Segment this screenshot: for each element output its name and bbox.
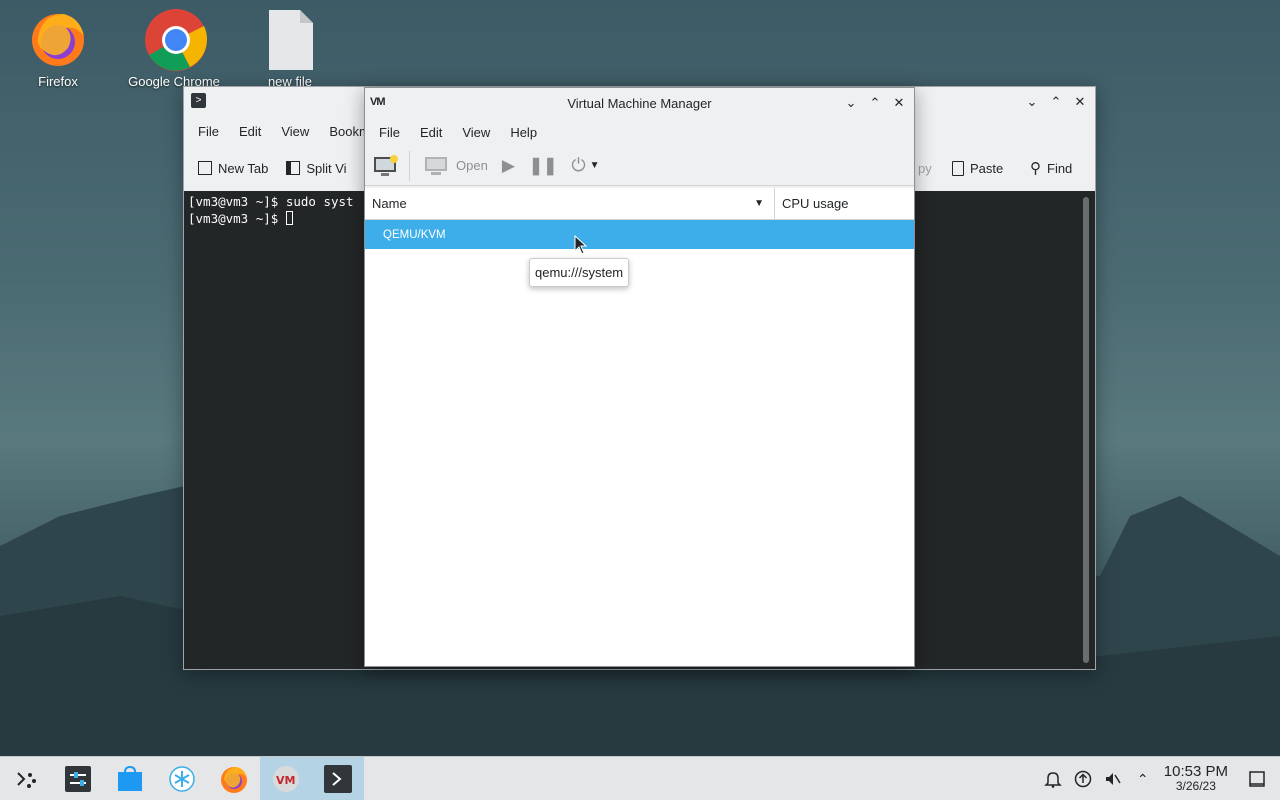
split-view-icon: [286, 161, 301, 175]
menu-view[interactable]: View: [452, 125, 500, 140]
show-desktop-icon[interactable]: [1242, 771, 1272, 787]
run-button[interactable]: ▶: [502, 156, 515, 176]
close-icon[interactable]: ✕: [890, 94, 908, 112]
column-header-cpu[interactable]: CPU usage: [775, 196, 848, 211]
system-settings-icon: [65, 765, 91, 792]
desktop-icon-chrome[interactable]: Google Chrome: [119, 8, 229, 89]
find-button[interactable]: ⚲ Find: [1030, 159, 1072, 177]
vmm-window[interactable]: VM Virtual Machine Manager ⌄ ⌃ ✕ File Ed…: [364, 87, 915, 667]
search-icon: ⚲: [1030, 160, 1041, 177]
open-label: Open: [456, 158, 488, 173]
vmm-menubar: File Edit View Help: [365, 118, 914, 146]
monitor-icon: [425, 156, 447, 175]
copy-button[interactable]: py: [918, 161, 932, 176]
paste-label: Paste: [970, 160, 1004, 176]
firefox-icon: [221, 766, 247, 793]
power-icon: ⏻: [571, 155, 586, 175]
launcher-icon: [17, 771, 36, 788]
file-icon: [260, 8, 320, 70]
connection-tooltip: qemu:///system: [529, 258, 630, 287]
new-tab-label: New Tab: [218, 160, 269, 176]
maximize-icon[interactable]: ⌃: [866, 94, 884, 112]
vmm-title: Virtual Machine Manager: [567, 95, 712, 111]
vmm-toolbar: Open ▶ ❚❚ ⏻ ▼: [365, 146, 914, 186]
open-button[interactable]: Open: [424, 156, 488, 176]
shutdown-menu-button[interactable]: ▼: [590, 160, 600, 171]
split-view-label: Split Vi: [306, 160, 347, 176]
updates-icon[interactable]: [1068, 770, 1098, 788]
dropdown-arrow-icon: ▼: [589, 160, 600, 171]
taskbar-kdeconnect[interactable]: [156, 757, 208, 800]
minimize-icon[interactable]: ⌄: [1023, 93, 1041, 111]
desktop-icon-firefox[interactable]: Firefox: [3, 8, 113, 89]
column-name-label: Name: [372, 196, 407, 211]
terminal-cursor: [285, 210, 293, 225]
svg-text:VM: VM: [276, 774, 295, 787]
copy-label: py: [918, 160, 932, 176]
desktop-icon-new-file[interactable]: new file: [235, 8, 345, 89]
clock[interactable]: 10:53 PM 3/26/23: [1163, 763, 1228, 793]
menu-file[interactable]: File: [369, 125, 410, 140]
maximize-icon[interactable]: ⌃: [1047, 93, 1065, 111]
tray-expand-icon[interactable]: ⌃: [1128, 771, 1158, 788]
find-label: Find: [1047, 160, 1073, 176]
taskbar-settings[interactable]: [52, 757, 104, 800]
clock-time: 10:53 PM: [1163, 763, 1228, 780]
notifications-icon[interactable]: [1038, 770, 1068, 788]
column-cpu-label: CPU usage: [782, 196, 849, 211]
terminal-prompt: [vm3@vm3 ~]$: [188, 210, 286, 226]
play-icon: ▶: [501, 155, 515, 175]
volume-muted-icon[interactable]: [1098, 770, 1128, 788]
taskbar-virt-manager[interactable]: VM: [260, 756, 312, 800]
new-vm-icon: [374, 154, 398, 176]
menu-file[interactable]: File: [188, 124, 229, 139]
shutdown-button[interactable]: ⏻: [571, 155, 585, 176]
store-icon: [118, 765, 142, 791]
minimize-icon[interactable]: ⌄: [842, 94, 860, 112]
snowflake-icon: [169, 765, 195, 792]
terminal-icon: [324, 764, 352, 793]
new-vm-button[interactable]: [373, 150, 410, 181]
paste-icon: [952, 160, 964, 176]
taskbar-firefox[interactable]: [208, 757, 260, 800]
clock-date: 3/26/23: [1175, 779, 1216, 793]
mouse-cursor-icon: [574, 235, 588, 255]
column-header-name[interactable]: Name ▼: [365, 188, 775, 219]
menu-edit[interactable]: Edit: [229, 124, 271, 139]
vm-list[interactable]: Name ▼ CPU usage QEMU/KVM: [365, 188, 914, 666]
menu-edit[interactable]: Edit: [410, 125, 452, 140]
chrome-icon: [144, 8, 208, 71]
menu-view[interactable]: View: [271, 124, 319, 139]
virt-manager-icon: VM: [273, 765, 299, 792]
desktop-icon-label: Firefox: [38, 74, 78, 89]
terminal-app-icon: >: [191, 93, 206, 108]
pause-button[interactable]: ❚❚: [529, 156, 558, 176]
vm-list-header: Name ▼ CPU usage: [365, 188, 914, 220]
close-icon[interactable]: ✕: [1071, 93, 1089, 111]
taskbar-konsole[interactable]: [312, 756, 364, 800]
taskbar-discover[interactable]: [104, 757, 156, 800]
vmm-titlebar[interactable]: VM Virtual Machine Manager ⌄ ⌃ ✕: [365, 88, 914, 118]
paste-button[interactable]: Paste: [952, 160, 1004, 176]
sort-dropdown-icon[interactable]: ▼: [754, 198, 764, 209]
firefox-icon: [28, 8, 88, 68]
connection-name: QEMU/KVM: [383, 228, 446, 241]
new-tab-button[interactable]: New Tab: [198, 161, 268, 176]
app-launcher-button[interactable]: [0, 757, 52, 800]
connection-row[interactable]: QEMU/KVM: [365, 220, 914, 249]
system-tray: ⌃ 10:53 PM 3/26/23: [1038, 757, 1280, 800]
split-view-button[interactable]: Split Vi: [286, 160, 347, 176]
terminal-scrollbar[interactable]: [1083, 197, 1089, 663]
menu-help[interactable]: Help: [500, 125, 547, 140]
pause-icon: ❚❚: [528, 155, 558, 175]
new-tab-icon: [198, 161, 212, 175]
taskbar: VM ⌃ 10:53 PM 3/26/23: [0, 756, 1280, 800]
